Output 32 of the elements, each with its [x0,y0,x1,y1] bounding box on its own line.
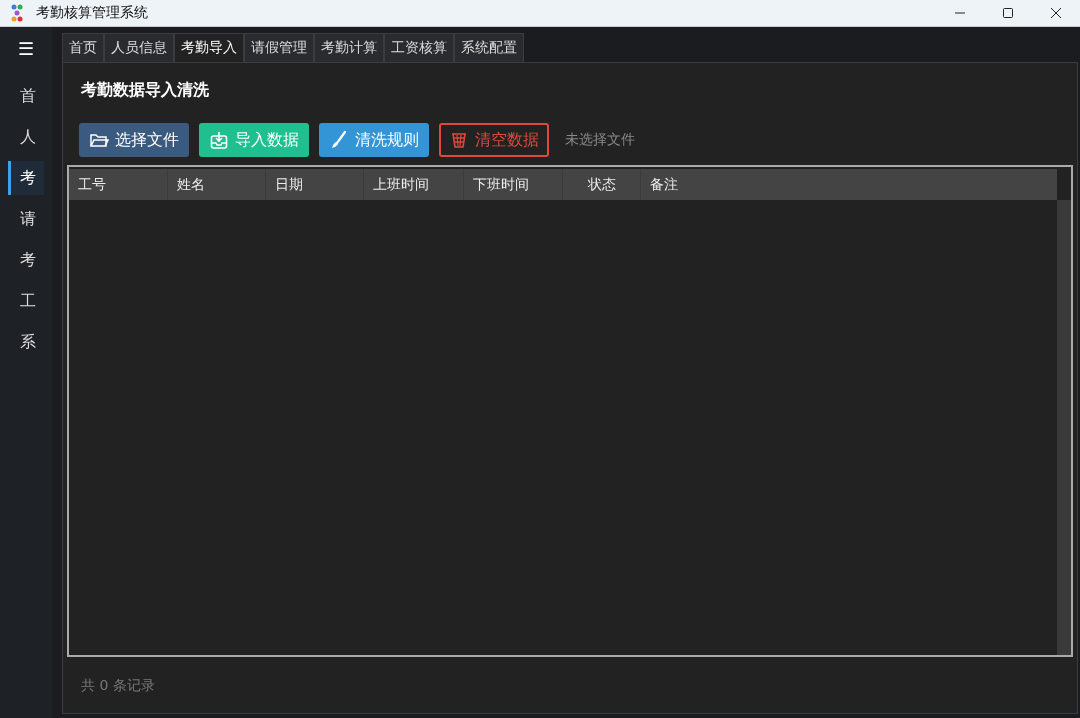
tab[interactable]: 考勤计算 [314,33,384,62]
brush-icon [329,130,349,150]
tab[interactable]: 系统配置 [454,33,524,62]
tab[interactable]: 人员信息 [104,33,174,62]
sidebar-item[interactable]: 考 [8,243,44,277]
column-header: 工号 [69,169,168,200]
sidebar-item[interactable]: 工 [8,284,44,318]
column-header: 备注 [649,174,679,194]
window-title: 考勤核算管理系统 [36,4,148,22]
trash-icon [449,130,469,150]
import-icon [209,130,229,150]
tab[interactable]: 考勤导入 [174,33,244,62]
tab[interactable]: 请假管理 [244,33,314,62]
column-header: 上班时间 [364,169,464,200]
sidebar-item[interactable]: 系 [8,325,44,359]
toolbar-button[interactable]: 选择文件 [79,123,189,157]
menu-button[interactable]: ☰ [18,35,34,63]
tab[interactable]: 工资核算 [384,33,454,62]
record-count: 共 0 条记录 [80,676,156,695]
column-header: 下班时间 [464,169,563,200]
toolbar-button[interactable]: 清空数据 [439,123,549,157]
sidebar-item[interactable]: 人 [8,120,44,154]
sidebar-item[interactable]: 首 [8,79,44,113]
tab[interactable]: 首页 [62,33,104,62]
scrollbar[interactable] [1057,200,1071,655]
column-header: 状态 [563,169,641,200]
sidebar-item[interactable]: 请 [8,202,44,236]
column-header: 姓名 [168,169,266,200]
page-title: 考勤数据导入清洗 [81,80,210,101]
column-header: 日期 [266,169,364,200]
file-status: 未选择文件 [565,131,635,149]
sidebar-item[interactable]: 考 [8,161,44,195]
